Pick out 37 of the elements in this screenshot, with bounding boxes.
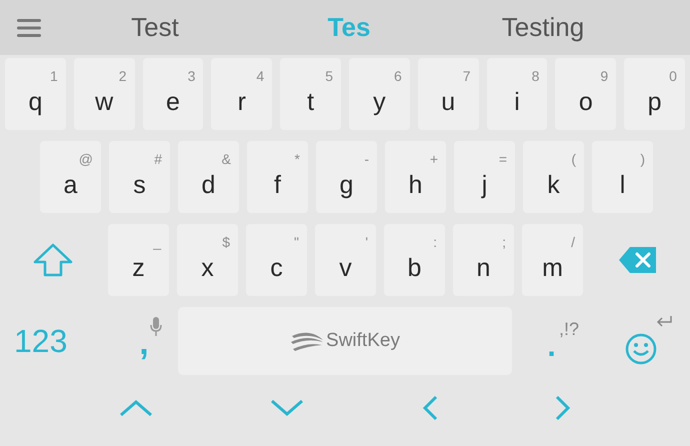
shift-icon[interactable] [32,243,72,277]
menu-icon[interactable] [17,18,41,38]
swoosh-icon [290,330,324,352]
punctuation-hint: ,!? [558,319,579,340]
letter-key[interactable]: 0 p [624,58,685,130]
letter-key[interactable]: 5 t [280,58,341,130]
letter-key[interactable]: @ a [40,141,101,213]
letter-key[interactable]: + h [385,141,446,213]
suggestion[interactable]: Test [131,12,179,43]
letter-key[interactable]: $ x [177,224,238,296]
letter-key[interactable]: 2 w [74,58,135,130]
letter-key[interactable]: ; n [453,224,514,296]
letter-key[interactable]: * f [247,141,308,213]
backspace-icon[interactable] [618,246,658,274]
letter-key[interactable]: ) l [592,141,653,213]
letter-key[interactable]: " c [246,224,307,296]
letter-key[interactable]: 1 q [5,58,66,130]
letter-key[interactable]: / m [522,224,583,296]
suggestion[interactable]: Testing [502,12,584,43]
letter-key[interactable]: : b [384,224,445,296]
letter-key[interactable]: ' v [315,224,376,296]
letter-key[interactable]: 6 y [348,58,410,130]
letter-key[interactable]: & d [178,141,239,213]
enter-icon [655,315,673,329]
letter-key[interactable]: 7 u [418,58,479,130]
letter-key[interactable]: 8 i [486,58,548,130]
letter-key[interactable]: = j [454,141,515,213]
letter-key[interactable]: 4 r [211,58,272,130]
letter-key[interactable]: - g [316,141,377,213]
smiley-icon[interactable] [625,333,657,365]
letter-key[interactable]: _ z [108,224,169,296]
letter-key[interactable]: # s [109,141,170,213]
microphone-icon [150,317,162,337]
letter-key[interactable]: 3 e [142,58,204,130]
space-key[interactable]: SwiftKey [178,307,512,375]
letter-key[interactable]: ( k [523,141,584,213]
letter-key[interactable]: 9 o [555,58,616,130]
